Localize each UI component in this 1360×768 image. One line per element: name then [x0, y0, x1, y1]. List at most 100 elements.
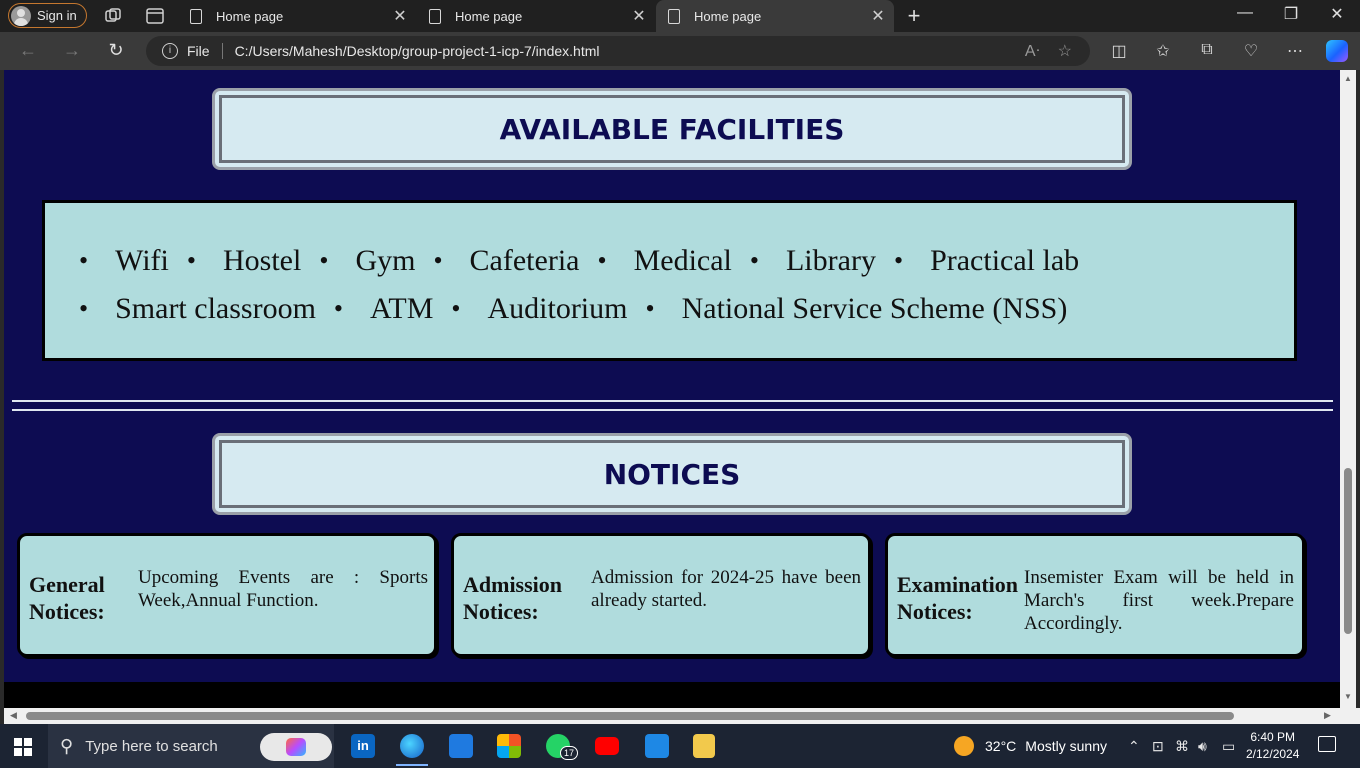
sun-cloud-icon: [954, 736, 974, 756]
notice-text: Insemister Exam will be held in March's …: [1024, 567, 1294, 634]
copilot-icon: [286, 738, 306, 756]
battery-icon[interactable]: ▭: [1222, 738, 1235, 755]
collections-icon[interactable]: ⧉: [1196, 41, 1218, 59]
facility-item: Library: [750, 237, 876, 285]
restore-icon[interactable]: ❐: [1279, 4, 1303, 24]
forward-icon[interactable]: →: [60, 40, 84, 61]
facilities-card: Wifi Hostel Gym Cafeteria Medical Library Prac…: [42, 200, 1297, 361]
browser-essentials-icon[interactable]: ♡: [1240, 41, 1262, 61]
clock[interactable]: 6:40 PM 2/12/2024: [1246, 729, 1299, 763]
notices-heading: NOTICES: [219, 440, 1125, 508]
copilot-icon[interactable]: [1326, 40, 1348, 62]
facilities-list: Wifi Hostel Gym Cafeteria Medical Library Prac…: [45, 203, 1145, 333]
document-icon: [190, 8, 202, 24]
facility-item: Hostel: [187, 237, 301, 285]
close-tab-icon[interactable]: ✕: [388, 6, 412, 26]
scroll-up-icon[interactable]: ▲: [1344, 74, 1352, 83]
chevron-up-icon[interactable]: ⌃: [1128, 738, 1140, 755]
whatsapp-icon[interactable]: 17: [546, 734, 578, 760]
file-explorer-app-icon[interactable]: [449, 734, 473, 758]
weather-widget[interactable]: 32°C Mostly sunny: [954, 736, 1107, 756]
divider-line: [12, 409, 1333, 411]
network-icon[interactable]: ⌘: [1175, 738, 1189, 755]
clock-time: 6:40 PM: [1250, 730, 1296, 744]
more-options-icon[interactable]: ⋯: [1284, 41, 1306, 61]
horizontal-scrollbar[interactable]: ◀ ▶: [4, 708, 1340, 724]
refresh-icon[interactable]: ↻: [104, 40, 128, 61]
horizontal-scroll-thumb[interactable]: [26, 712, 1234, 720]
folder-icon[interactable]: [693, 734, 715, 758]
close-tab-icon[interactable]: ✕: [627, 6, 651, 26]
search-icon: ⚲: [60, 735, 74, 756]
info-icon[interactable]: i: [162, 43, 178, 59]
vscode-icon[interactable]: [645, 734, 669, 758]
general-notice-card: General Notices: Upcoming Events are : S…: [17, 533, 437, 657]
notice-title: General Notices:: [29, 572, 105, 624]
split-screen-icon[interactable]: ◫: [1108, 41, 1130, 61]
new-tab-icon[interactable]: +: [903, 3, 925, 29]
tab-3-active[interactable]: Home page ✕: [656, 0, 894, 32]
notice-title: Examination Notices:: [897, 572, 1019, 624]
windows-start-icon[interactable]: [14, 738, 32, 756]
back-icon[interactable]: ←: [16, 40, 40, 61]
notice-text: Upcoming Events are : Sports Week,Annual…: [138, 567, 428, 611]
profile-avatar-icon: [11, 5, 31, 26]
tab-strip: Sign in Home page ✕ Home page ✕ Home pag…: [0, 0, 1360, 32]
weather-temp: 32°C: [985, 738, 1017, 754]
notices-heading-box: NOTICES: [212, 433, 1132, 515]
examination-notice-card: Examination Notices: Insemister Exam wil…: [885, 533, 1305, 657]
close-window-icon[interactable]: ✕: [1325, 4, 1349, 24]
scheme-label: File: [187, 43, 210, 59]
vertical-scrollbar[interactable]: ▲ ▼: [1340, 70, 1356, 708]
document-icon: [429, 8, 441, 24]
admission-notice-card: Admission Notices: Admission for 2024-25…: [451, 533, 871, 657]
minimize-icon[interactable]: —: [1233, 4, 1257, 22]
facility-item: Gym: [319, 237, 415, 285]
facility-item: ATM: [334, 285, 433, 333]
microsoft-store-icon[interactable]: [497, 734, 521, 758]
youtube-icon[interactable]: [595, 737, 619, 755]
volume-icon[interactable]: 🔊︎: [1198, 738, 1207, 755]
divider: [221, 43, 223, 59]
facility-item: Wifi: [79, 237, 169, 285]
tab-1[interactable]: Home page ✕: [178, 0, 416, 32]
favorites-icon[interactable]: ✩: [1152, 41, 1174, 61]
favorite-star-icon[interactable]: ☆: [1058, 41, 1072, 61]
scroll-left-icon[interactable]: ◀: [10, 710, 17, 721]
vertical-scroll-thumb[interactable]: [1344, 468, 1352, 634]
scroll-right-icon[interactable]: ▶: [1324, 710, 1331, 721]
meet-now-icon[interactable]: ⊡: [1152, 738, 1164, 755]
tab-title: Home page: [216, 8, 284, 24]
toolbar: ← → ↻ i File C:/Users/Mahesh/Desktop/gro…: [0, 32, 1360, 70]
notice-title: Admission Notices:: [463, 572, 563, 624]
taskbar-search[interactable]: ⚲ Type here to search: [48, 724, 334, 768]
scrollbar-corner: [1340, 708, 1360, 724]
scroll-down-icon[interactable]: ▼: [1344, 692, 1352, 701]
address-bar[interactable]: i File C:/Users/Mahesh/Desktop/group-pro…: [146, 36, 1090, 66]
whatsapp-badge: 17: [560, 746, 578, 760]
document-icon: [668, 8, 680, 24]
facility-item: Auditorium: [451, 285, 627, 333]
linkedin-icon[interactable]: in: [351, 734, 375, 758]
notifications-icon[interactable]: [1318, 736, 1336, 752]
edge-browser-icon[interactable]: [396, 734, 428, 766]
tab-actions-icon[interactable]: [145, 6, 165, 26]
tab-title: Home page: [694, 8, 762, 24]
read-aloud-icon[interactable]: Aᐧ: [1025, 41, 1040, 61]
facilities-heading: AVAILABLE FACILITIES: [219, 95, 1125, 163]
workspaces-icon[interactable]: [103, 6, 123, 26]
footer-strip: [4, 682, 1340, 708]
clock-date: 2/12/2024: [1246, 747, 1300, 761]
tab-2[interactable]: Home page ✕: [417, 0, 655, 32]
close-tab-icon[interactable]: ✕: [866, 6, 890, 26]
facility-item: Practical lab: [894, 237, 1079, 285]
search-placeholder: Type here to search: [85, 737, 218, 755]
weather-text: Mostly sunny: [1025, 738, 1107, 754]
copilot-button[interactable]: [260, 733, 332, 761]
sign-in-button[interactable]: Sign in: [8, 3, 87, 28]
facilities-heading-box: AVAILABLE FACILITIES: [212, 88, 1132, 170]
page-viewport: AVAILABLE FACILITIES Wifi Hostel Gym Cafete…: [4, 70, 1340, 708]
tab-title: Home page: [455, 8, 523, 24]
url-text[interactable]: C:/Users/Mahesh/Desktop/group-project-1-…: [235, 43, 1025, 59]
divider-line: [12, 400, 1333, 402]
